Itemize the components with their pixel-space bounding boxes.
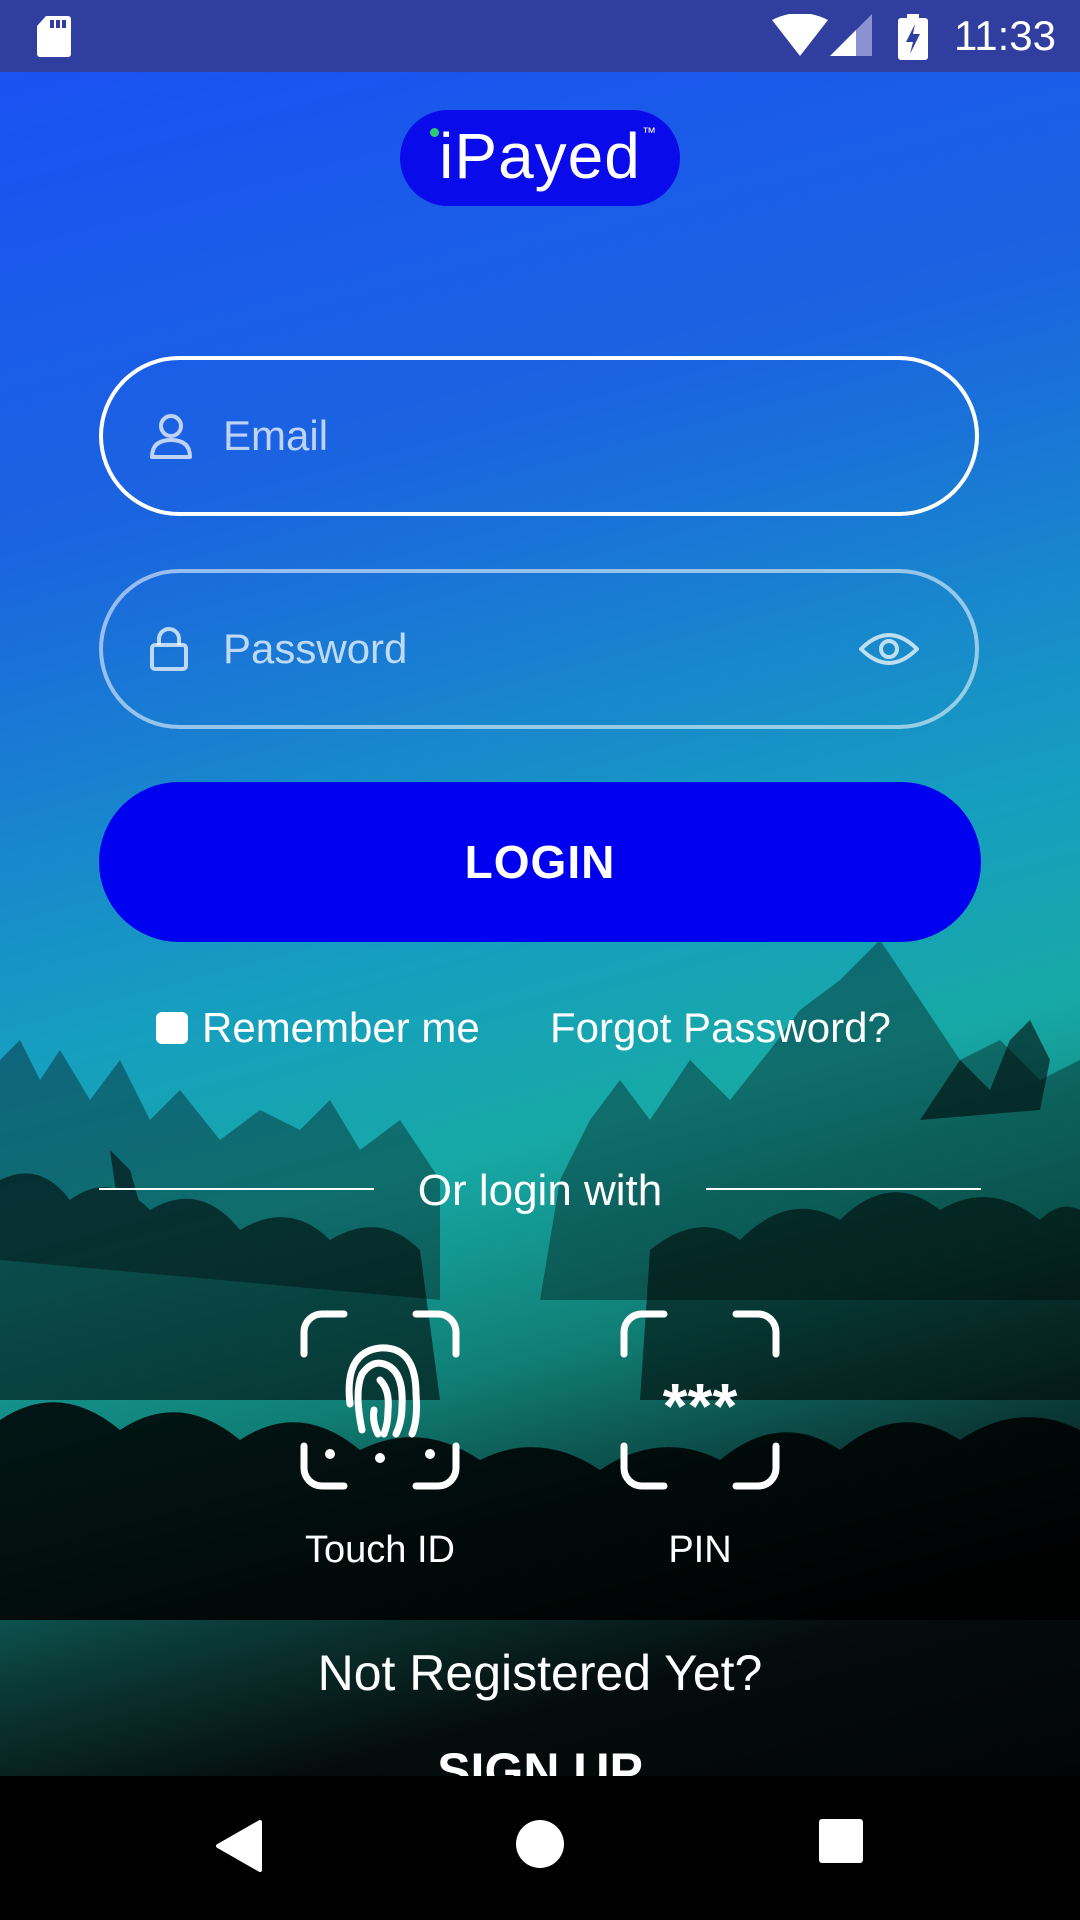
login-screen: 11:33 iPayed ™ Email Password LOGIN Reme… [0,0,1080,1920]
status-bar: 11:33 [0,0,1080,72]
fingerprint-icon[interactable] [300,1310,460,1490]
email-placeholder: Email [223,412,329,459]
forgot-password-link[interactable]: Forgot Password? [550,1004,891,1052]
logo-trademark: ™ [642,124,656,140]
pin-glyph: *** [663,1370,738,1442]
sd-card-icon [37,16,71,57]
remember-me-checkbox[interactable] [156,1012,188,1044]
password-field[interactable]: Password [99,569,979,729]
person-icon [150,414,192,459]
back-icon[interactable] [214,1818,264,1874]
remember-me-label: Remember me [202,1004,480,1051]
recents-icon[interactable] [818,1818,864,1864]
remember-me[interactable]: Remember me [156,1004,480,1052]
pin-icon[interactable]: *** [620,1310,780,1490]
password-placeholder: Password [223,625,408,672]
touch-id-label: Touch ID [305,1529,455,1571]
eye-icon[interactable] [859,629,919,669]
cell-signal-icon [830,14,872,56]
navigation-bar [0,1776,1080,1920]
lock-icon [150,627,188,671]
clock: 11:33 [954,12,1056,59]
wifi-icon [772,14,828,56]
not-registered-text: Not Registered Yet? [317,1645,763,1701]
app-logo: iPayed ™ [400,110,680,206]
email-field[interactable]: Email [99,356,979,516]
login-button[interactable]: LOGIN [99,782,981,942]
crowd-background-image [0,940,1080,1620]
logo-dot [430,128,439,137]
battery-charging-icon [898,14,928,60]
logo-text: iPayed [439,120,641,192]
pin-label: PIN [668,1529,732,1571]
or-login-with-heading: Or login with [417,1166,663,1215]
touch-id-option[interactable]: Touch ID [280,1310,480,1572]
home-icon[interactable] [514,1818,566,1870]
pin-option[interactable]: *** PIN [600,1310,800,1572]
